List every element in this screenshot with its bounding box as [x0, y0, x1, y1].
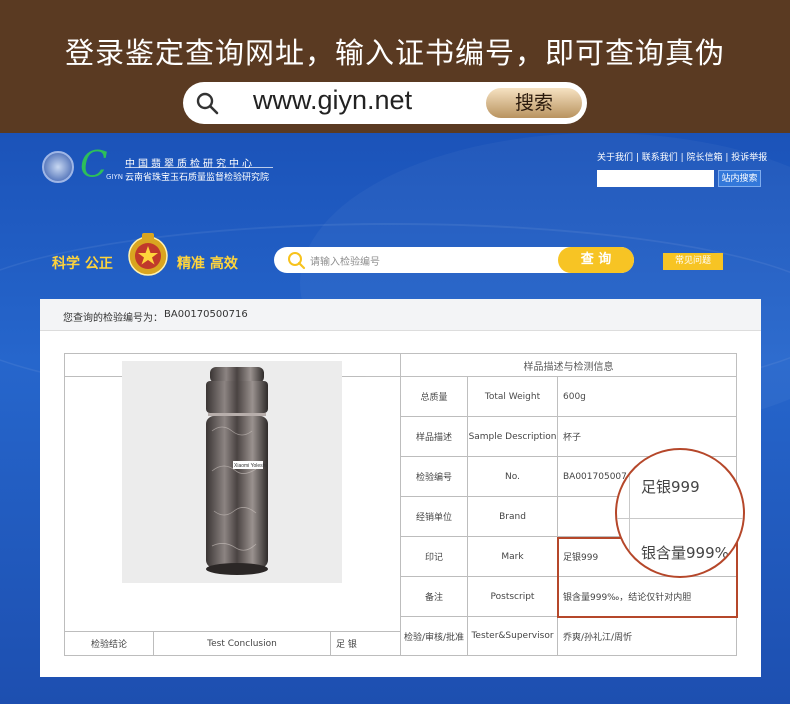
row-label-en: Total Weight — [467, 376, 558, 417]
photo-tag: Xiaomi Yoleshu — [234, 463, 268, 469]
row-label-en: No. — [467, 456, 558, 497]
conclusion-label-cn: 检验结论 — [64, 631, 154, 656]
callout-divider — [629, 450, 630, 576]
row-label-en: Mark — [467, 536, 558, 577]
top-links[interactable]: 关于我们 | 联系我们 | 院长信箱 | 投诉举报 — [597, 150, 767, 163]
row-value: 杯子 — [557, 416, 737, 457]
slogan-left: 科学 公正 — [52, 256, 113, 272]
zoom-callout: 足银999 银含量999‰ — [615, 448, 745, 578]
banner-url: www.giyn.net — [253, 85, 413, 115]
query-button[interactable]: 查 询 — [558, 247, 634, 273]
row-label-cn: 经销单位 — [400, 496, 468, 537]
certificate-search-bar[interactable]: 请输入检验编号 查 询 — [274, 247, 634, 273]
callout-postscript: 银含量999‰ — [641, 544, 735, 562]
query-value: BA00170500716 — [164, 309, 248, 320]
giyn-logo-icon: C — [80, 145, 108, 186]
query-header: 您查询的检验编号为： BA00170500716 — [40, 299, 761, 331]
row-label-cn: 检验编号 — [400, 456, 468, 497]
promo-banner: 登录鉴定查询网址，输入证书编号，即可查询真伪 www.giyn.net 搜索 — [0, 0, 790, 133]
certificate-search-placeholder[interactable]: 请输入检验编号 — [310, 253, 380, 268]
row-label-cn: 备注 — [400, 576, 468, 617]
query-label: 您查询的检验编号为： — [63, 313, 163, 324]
search-icon — [288, 252, 306, 270]
conclusion-value: 足 银 — [330, 631, 401, 656]
site-search-button[interactable]: 站内搜索 — [718, 170, 761, 187]
callout-divider — [617, 518, 743, 519]
row-label-en: Tester&Supervisor — [467, 616, 558, 656]
institute-emblem-icon — [42, 151, 74, 183]
faq-button[interactable]: 常见问题 — [663, 253, 723, 270]
callout-mark: 足银999 — [641, 478, 700, 496]
website-area: C GIYN 中国翡翠质检研究中心 云南省珠宝玉石质量监督检验研究院 关于我们 … — [0, 133, 790, 704]
national-emblem-icon — [128, 233, 168, 276]
logo-divider — [125, 167, 273, 168]
row-label-cn: 总质量 — [400, 376, 468, 417]
row-label-en: Postscript — [467, 576, 558, 617]
info-column-header: 样品描述与检测信息 — [400, 353, 737, 377]
banner-search-bar[interactable]: www.giyn.net 搜索 — [183, 82, 587, 124]
banner-title: 登录鉴定查询网址，输入证书编号，即可查询真伪 — [64, 36, 725, 70]
row-label-en: Brand — [467, 496, 558, 537]
row-label-cn: 样品描述 — [400, 416, 468, 457]
row-value: 乔爽/孙礼江/周忻 — [557, 616, 737, 656]
site-search-input[interactable] — [597, 170, 714, 187]
search-icon — [196, 92, 219, 115]
slogan-right: 精准 高效 — [177, 256, 238, 272]
row-label-en: Sample Description — [467, 416, 558, 457]
logo-small-text: GIYN — [106, 173, 124, 181]
row-label-cn: 检验/审核/批准 — [400, 616, 468, 656]
row-label-cn: 印记 — [400, 536, 468, 577]
banner-search-button[interactable]: 搜索 — [486, 88, 582, 118]
sample-photo: Xiaomi Yoleshu — [122, 361, 342, 583]
org-name-secondary: 云南省珠宝玉石质量监督检验研究院 — [125, 173, 270, 183]
conclusion-label-en: Test Conclusion — [153, 631, 331, 656]
row-value: 600g — [557, 376, 737, 417]
